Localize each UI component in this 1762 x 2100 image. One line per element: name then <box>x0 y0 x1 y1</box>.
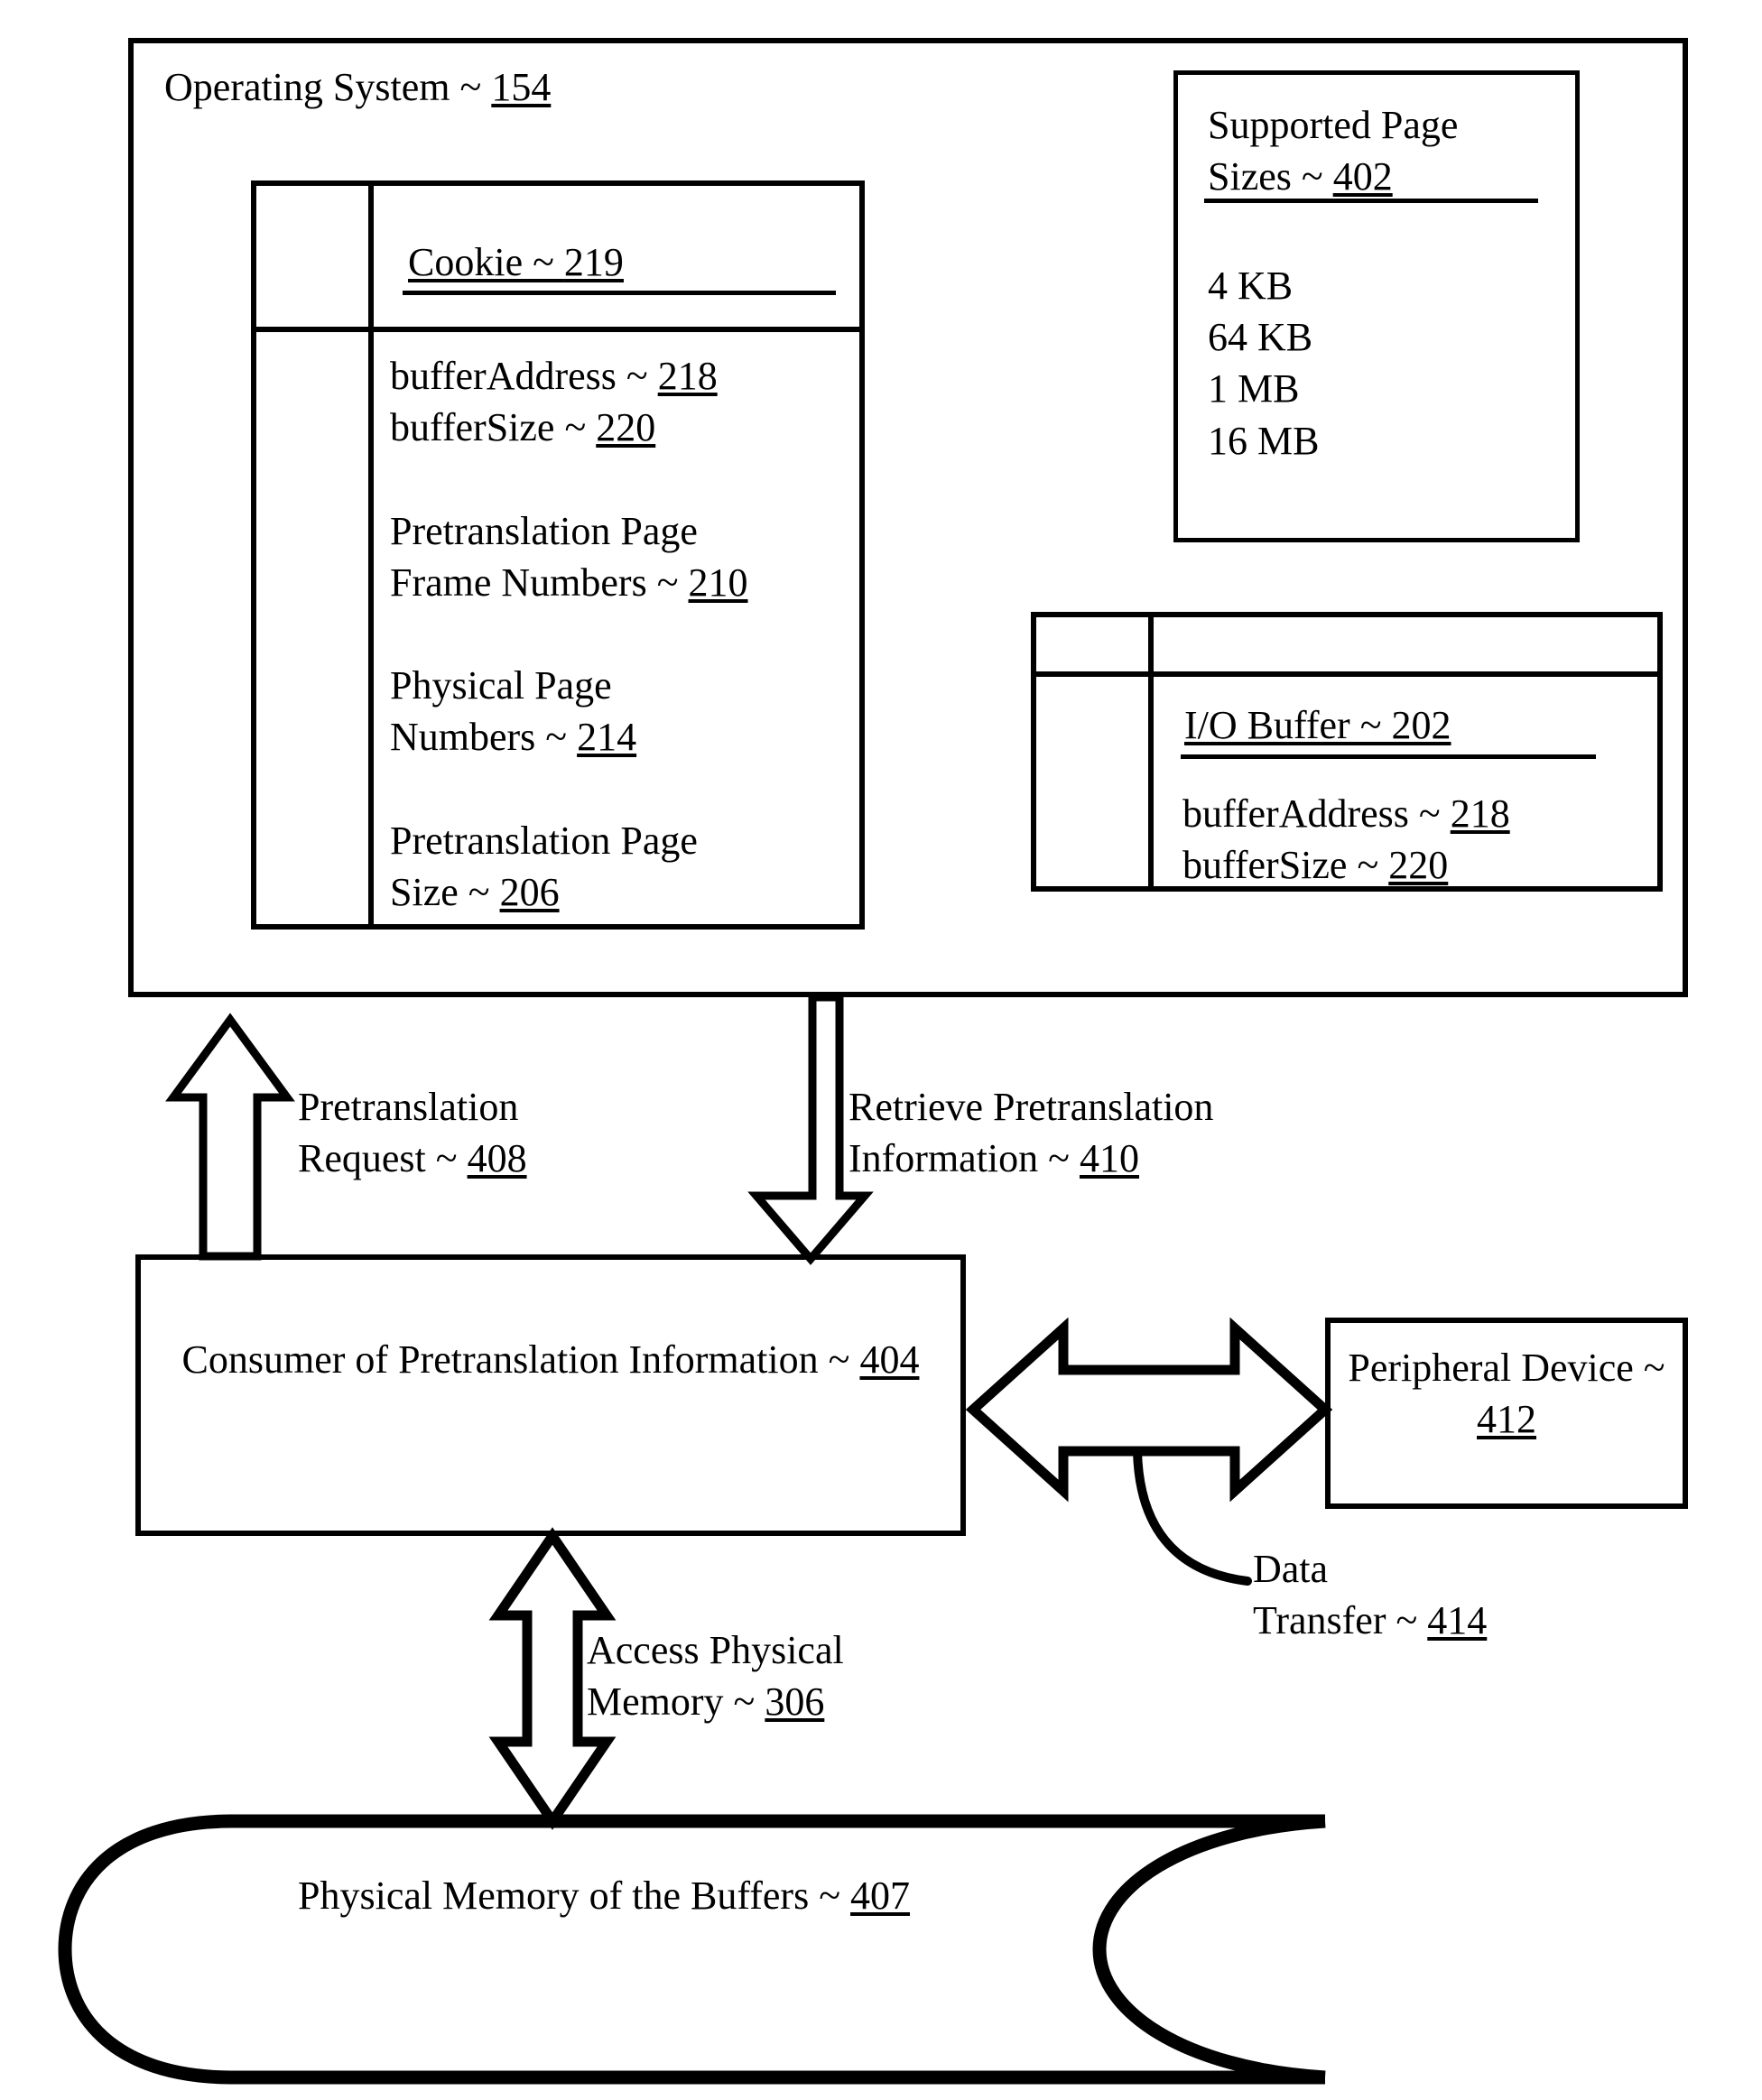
io-buffer-table-column-divider <box>1148 612 1154 892</box>
pretranslation-table-column-divider <box>368 180 374 930</box>
physical-memory-cylinder-label: Physical Memory of the Buffers ~ 407 <box>298 1873 911 1918</box>
operating-system-title: Operating System ~ 154 <box>164 65 552 109</box>
consumer-of-pretranslation-information-box <box>135 1254 966 1536</box>
data-transfer-label: Data Transfer ~ 414 <box>1253 1547 1488 1643</box>
supported-page-sizes-title: Supported Page Sizes ~ 402 <box>1208 103 1459 199</box>
pretranslation-request-arrow-icon <box>165 1013 295 1261</box>
retrieve-pretranslation-information-label: Retrieve Pretranslation Information ~ 410 <box>849 1085 1214 1181</box>
physical-memory-cylinder-left-cap <box>58 1814 234 2085</box>
io-buffer-caption-rule <box>1181 754 1596 759</box>
consumer-box-label: Consumer of Pretranslation Information ~… <box>181 1337 920 1382</box>
pretranslation-table-row-divider <box>251 327 865 332</box>
io-buffer-table-body: bufferAddress ~ 218 bufferSize ~ 220 <box>1182 791 1510 888</box>
cookie-caption: Cookie ~ 219 <box>408 240 624 284</box>
access-physical-memory-label: Access Physical Memory ~ 306 <box>587 1628 844 1725</box>
data-transfer-arrow-icon <box>965 1317 1333 1503</box>
physical-memory-cylinder-right-arc <box>1092 1814 1326 2085</box>
io-buffer-table-row-divider <box>1031 671 1663 677</box>
io-buffer-caption: I/O Buffer ~ 202 <box>1184 703 1451 747</box>
peripheral-device-label: Peripheral Device ~ 412 <box>1348 1346 1665 1442</box>
patent-figure: Operating System ~ 154 Cookie ~ 219 buff… <box>0 0 1762 2100</box>
data-transfer-leader-line <box>1133 1447 1252 1586</box>
cookie-caption-rule <box>403 291 836 295</box>
supported-page-sizes-rule <box>1204 199 1538 203</box>
pretranslation-request-label: Pretranslation Request ~ 408 <box>298 1085 527 1181</box>
supported-page-sizes-list: 4 KB 64 KB 1 MB 16 MB <box>1208 264 1320 463</box>
pretranslation-table-body: bufferAddress ~ 218 bufferSize ~ 220 Pretr… <box>390 354 748 914</box>
